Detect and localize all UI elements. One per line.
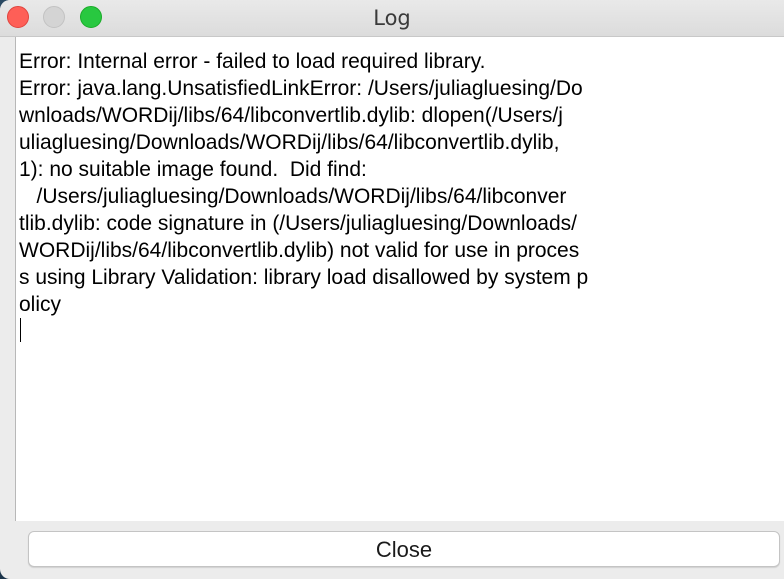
log-line: wnloads/WORDij/libs/64/libconvertlib.dyl… bbox=[19, 104, 563, 127]
log-line: 1): no suitable image found. Did find: bbox=[19, 158, 367, 181]
close-button[interactable]: Close bbox=[28, 531, 780, 567]
log-line: Error: java.lang.UnsatisfiedLinkError: /… bbox=[19, 77, 583, 100]
title-bar[interactable]: Log bbox=[0, 0, 784, 37]
dialog-footer: Close bbox=[15, 521, 784, 579]
log-text-area[interactable]: Error: Internal error - failed to load r… bbox=[15, 37, 784, 521]
text-caret bbox=[20, 318, 21, 342]
log-line: Error: Internal error - failed to load r… bbox=[19, 50, 486, 73]
log-line: tlib.dylib: code signature in (/Users/ju… bbox=[19, 212, 577, 235]
log-line: uliagluesing/Downloads/WORDij/libs/64/li… bbox=[19, 131, 560, 154]
window-title: Log bbox=[373, 6, 411, 30]
log-line: /Users/juliagluesing/Downloads/WORDij/li… bbox=[19, 185, 567, 208]
log-line: olicy bbox=[19, 293, 62, 316]
log-window: Log Error: Internal error - failed to lo… bbox=[0, 0, 784, 579]
log-line: s using Library Validation: library load… bbox=[19, 266, 589, 289]
log-line: WORDij/libs/64/libconvertlib.dylib) not … bbox=[19, 239, 580, 262]
